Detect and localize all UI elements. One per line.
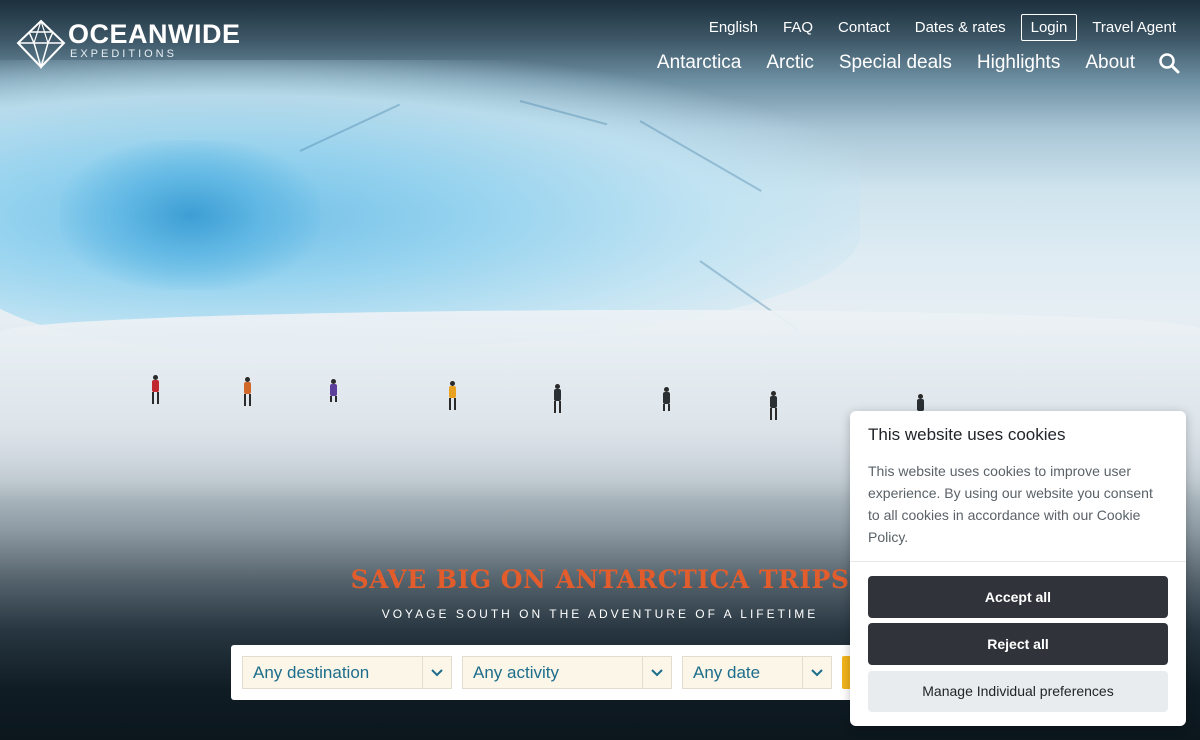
- glacier-ice: [60, 140, 320, 290]
- cookie-title: This website uses cookies: [868, 425, 1066, 444]
- login-button[interactable]: Login: [1020, 14, 1078, 41]
- search-icon[interactable]: [1158, 52, 1180, 74]
- dates-rates-link[interactable]: Dates & rates: [915, 19, 1006, 36]
- utility-nav: English FAQ Contact Dates & rates Login …: [709, 14, 1176, 41]
- hiker: [552, 384, 562, 414]
- hiker: [242, 377, 252, 407]
- date-select[interactable]: Any date: [682, 656, 832, 689]
- nav-special-deals[interactable]: Special deals: [839, 52, 952, 74]
- activity-select[interactable]: Any activity: [462, 656, 672, 689]
- destination-value: Any destination: [253, 662, 370, 682]
- destination-select[interactable]: Any destination: [242, 656, 452, 689]
- nav-arctic[interactable]: Arctic: [766, 52, 814, 74]
- brand-name: OCEANWIDE: [68, 19, 241, 49]
- nav-about[interactable]: About: [1085, 52, 1135, 74]
- nav-highlights[interactable]: Highlights: [977, 52, 1060, 74]
- logo[interactable]: OCEANWIDE EXPEDITIONS: [16, 19, 241, 74]
- diamond-logo-icon: [16, 19, 66, 74]
- promo-title: SAVE BIG ON ANTARCTICA TRIPS: [350, 565, 850, 594]
- activity-value: Any activity: [473, 662, 559, 682]
- manage-preferences-button[interactable]: Manage Individual preferences: [868, 671, 1168, 712]
- promo-subtitle: VOYAGE SOUTH ON THE ADVENTURE OF A LIFET…: [381, 607, 819, 621]
- chevron-down-icon: [642, 657, 671, 688]
- hiker: [768, 391, 778, 421]
- faq-link[interactable]: FAQ: [783, 19, 813, 36]
- cookie-consent-dialog: This website uses cookies This website u…: [850, 411, 1186, 726]
- hiker: [150, 375, 160, 405]
- nav-antarctica[interactable]: Antarctica: [657, 52, 741, 74]
- language-link[interactable]: English: [709, 19, 758, 36]
- chevron-down-icon: [802, 657, 831, 688]
- brand-tagline: EXPEDITIONS: [70, 48, 177, 60]
- contact-link[interactable]: Contact: [838, 19, 890, 36]
- date-value: Any date: [693, 662, 761, 682]
- chevron-down-icon: [422, 657, 451, 688]
- hiker: [447, 381, 457, 411]
- divider: [850, 561, 1186, 562]
- cookie-text: This website uses cookies to improve use…: [868, 463, 1153, 545]
- hiker: [661, 387, 671, 417]
- travel-agent-link[interactable]: Travel Agent: [1092, 19, 1176, 36]
- hiker: [328, 379, 338, 409]
- main-nav: Antarctica Arctic Special deals Highligh…: [657, 52, 1180, 74]
- trip-search-bar: Any destination Any activity Any date: [231, 645, 871, 700]
- reject-all-button[interactable]: Reject all: [868, 623, 1168, 665]
- accept-all-button[interactable]: Accept all: [868, 576, 1168, 618]
